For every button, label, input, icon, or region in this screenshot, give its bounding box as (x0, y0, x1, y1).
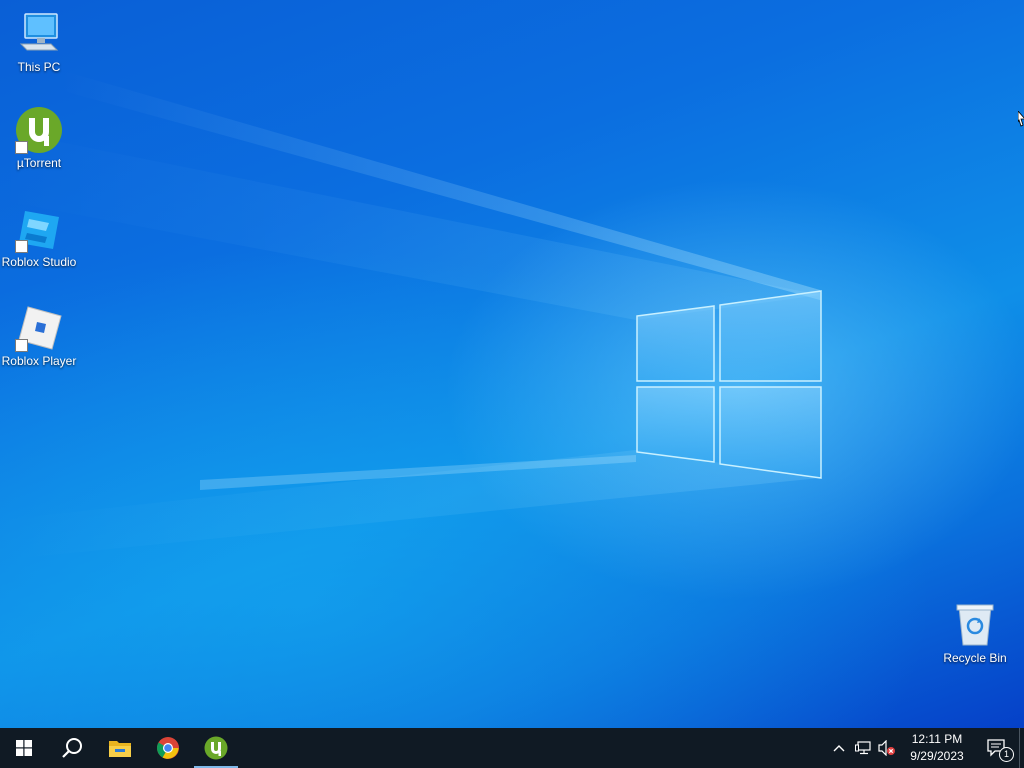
desktop-icon-label: This PC (17, 60, 61, 74)
clock-date: 9/29/2023 (910, 749, 964, 763)
recycle-bin-icon (951, 601, 999, 649)
show-hidden-icons-button[interactable] (827, 728, 851, 768)
search-icon (62, 738, 82, 758)
network-icon (855, 741, 871, 755)
shortcut-arrow-icon (15, 141, 28, 154)
volume-muted-icon (878, 740, 895, 756)
search-button[interactable] (48, 728, 96, 768)
system-tray: 12:11 PM 9/29/2023 1 (827, 728, 1024, 768)
chrome-icon (157, 737, 179, 759)
desktop-icon-utorrent[interactable]: µTorrent (0, 106, 78, 170)
volume-button[interactable] (875, 728, 899, 768)
mouse-cursor-icon (1018, 111, 1024, 127)
taskbar: 12:11 PM 9/29/2023 1 (0, 728, 1024, 768)
file-explorer-icon (109, 741, 131, 757)
clock-time: 12:11 PM (911, 732, 963, 746)
desktop-icon-label: Roblox Studio (1, 255, 77, 269)
windows-wallpaper-logo (636, 290, 822, 479)
shortcut-arrow-icon (15, 339, 28, 352)
desktop-icon-this-pc[interactable]: This PC (0, 10, 78, 74)
desktop[interactable]: This PC µTorrent Roblox Studio Roblox Pl… (0, 0, 1024, 728)
notification-count-badge: 1 (999, 747, 1014, 762)
utorrent-icon (15, 106, 63, 154)
this-pc-icon (15, 10, 63, 58)
chevron-up-icon (833, 745, 845, 752)
taskbar-utorrent[interactable] (192, 728, 240, 768)
desktop-icon-roblox-studio[interactable]: Roblox Studio (0, 205, 78, 269)
utorrent-icon (204, 736, 228, 760)
desktop-icon-label: Roblox Player (1, 354, 77, 368)
start-button[interactable] (0, 728, 48, 768)
action-center-button[interactable]: 1 (975, 728, 1019, 768)
network-button[interactable] (851, 728, 875, 768)
roblox-studio-icon (15, 205, 63, 253)
roblox-player-icon (15, 304, 63, 352)
desktop-icon-recycle-bin[interactable]: Recycle Bin (936, 601, 1014, 665)
taskbar-chrome[interactable] (144, 728, 192, 768)
desktop-icon-roblox-player[interactable]: Roblox Player (0, 304, 78, 368)
desktop-icon-label: Recycle Bin (943, 651, 1007, 665)
shortcut-arrow-icon (15, 240, 28, 253)
desktop-icon-label: µTorrent (16, 156, 62, 170)
show-desktop-button[interactable] (1019, 728, 1024, 768)
windows-start-icon (16, 740, 32, 756)
taskbar-clock[interactable]: 12:11 PM 9/29/2023 (899, 731, 975, 765)
taskbar-file-explorer[interactable] (96, 728, 144, 768)
